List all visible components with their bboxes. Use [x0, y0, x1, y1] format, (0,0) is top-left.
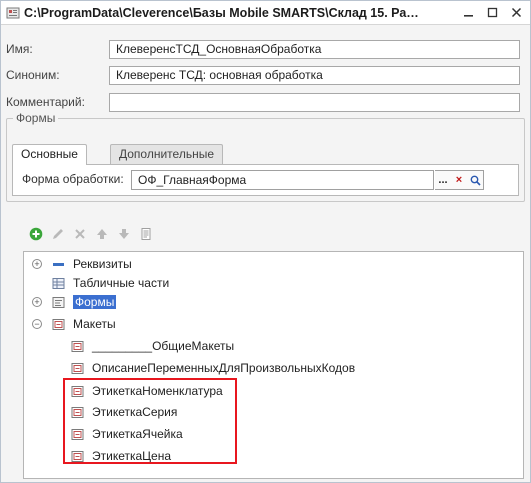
processing-properties-window: C:\ProgramData\Cleverence\Базы Mobile SM… [0, 0, 531, 483]
title-bar[interactable]: C:\ProgramData\Cleverence\Базы Mobile SM… [1, 1, 530, 25]
move-down-icon [119, 229, 129, 239]
comment-label: Комментарий: [6, 95, 85, 109]
properties-icon [141, 228, 151, 240]
processing-form-label: Форма обработки: [22, 172, 124, 186]
tree-item-label-nomenclature[interactable]: ЭтикеткаНоменклатура [71, 382, 223, 400]
tree-item-label: ОписаниеПеременныхДляПроизвольныхКодов [92, 361, 356, 375]
synonym-label: Синоним: [6, 68, 60, 82]
minimize-icon [463, 15, 473, 17]
clear-button[interactable]: × [451, 171, 467, 189]
tree-item-label-price[interactable]: ЭтикеткаЦена [71, 447, 171, 465]
attributes-icon [52, 258, 65, 271]
edit-icon [53, 229, 63, 239]
tree-item-label-cell[interactable]: ЭтикеткаЯчейка [71, 425, 183, 443]
name-row: Имя: КлеверенсТСД_ОсновнаяОбработка [1, 38, 530, 60]
tree-item-label: Формы [73, 295, 117, 309]
tree-item-label: ЭтикеткаСерия [92, 405, 178, 419]
tree-item-label-series[interactable]: ЭтикеткаСерия [71, 403, 177, 421]
name-label: Имя: [6, 42, 33, 56]
comment-row: Комментарий: [1, 91, 530, 113]
tab-panel-main: Форма обработки: ОФ_ГлавнаяФорма ... × [12, 164, 519, 196]
expand-icon[interactable]: + [32, 297, 42, 307]
form-icon [52, 296, 65, 309]
magnifier-icon [470, 175, 481, 186]
processing-form-buttons: ... × [435, 170, 484, 190]
close-button[interactable] [510, 6, 522, 20]
move-up-icon [97, 229, 107, 239]
close-icon [511, 7, 521, 18]
template-icon [71, 362, 84, 375]
select-button[interactable]: ... [435, 171, 451, 189]
template-icon [71, 428, 84, 441]
properties-button[interactable] [138, 226, 154, 242]
maximize-icon [487, 7, 497, 18]
add-icon [29, 227, 43, 241]
collapse-icon[interactable]: − [32, 319, 42, 329]
tree-item-label: Макеты [73, 317, 116, 331]
processing-form-input[interactable]: ОФ_ГлавнаяФорма [131, 170, 434, 190]
edit-button[interactable] [50, 226, 66, 242]
name-input[interactable]: КлеверенсТСД_ОсновнаяОбработка [109, 39, 520, 59]
tree-item-label: Реквизиты [73, 257, 132, 271]
template-icon [71, 406, 84, 419]
synonym-row: Синоним: Клеверенс ТСД: основная обработ… [1, 64, 530, 86]
forms-group-title: Формы [13, 111, 59, 125]
template-icon [71, 450, 84, 463]
tree-item-attributes[interactable]: + Реквизиты [32, 255, 132, 273]
tab-additional[interactable]: Дополнительные [110, 144, 223, 164]
comment-input[interactable] [109, 92, 520, 112]
move-down-button[interactable] [116, 226, 132, 242]
metadata-tree[interactable]: + Реквизиты Табличные части + Формы − Ма… [23, 251, 524, 479]
template-icon [71, 340, 84, 353]
tree-item-custom-codes-vars[interactable]: ОписаниеПеременныхДляПроизвольныхКодов [71, 359, 355, 377]
synonym-input[interactable]: Клеверенс ТСД: основная обработка [109, 65, 520, 85]
move-up-button[interactable] [94, 226, 110, 242]
delete-icon [75, 229, 85, 239]
table-icon [52, 277, 65, 290]
add-button[interactable] [28, 226, 44, 242]
tree-item-forms[interactable]: + Формы [32, 293, 117, 311]
tree-item-label: ЭтикеткаНоменклатура [92, 384, 223, 398]
open-button[interactable] [467, 171, 483, 189]
app-icon [6, 6, 20, 20]
delete-button[interactable] [72, 226, 88, 242]
tree-item-tabular-sections[interactable]: Табличные части [52, 274, 169, 292]
template-icon [52, 318, 65, 331]
minimize-button[interactable] [462, 6, 474, 20]
window-title: C:\ProgramData\Cleverence\Базы Mobile SM… [24, 5, 419, 20]
tree-item-common-templates[interactable]: _________ОбщиеМакеты [71, 337, 234, 355]
tree-item-label: _________ОбщиеМакеты [92, 339, 235, 353]
tree-item-label: ЭтикеткаЦена [92, 449, 172, 463]
tree-toolbar [28, 225, 154, 243]
tree-item-label: Табличные части [73, 276, 170, 290]
tree-item-templates[interactable]: − Макеты [32, 315, 116, 333]
tree-item-label: ЭтикеткаЯчейка [92, 427, 183, 441]
expand-icon[interactable]: + [32, 259, 42, 269]
template-icon [71, 385, 84, 398]
tab-main[interactable]: Основные [12, 144, 87, 165]
maximize-button[interactable] [486, 6, 498, 20]
